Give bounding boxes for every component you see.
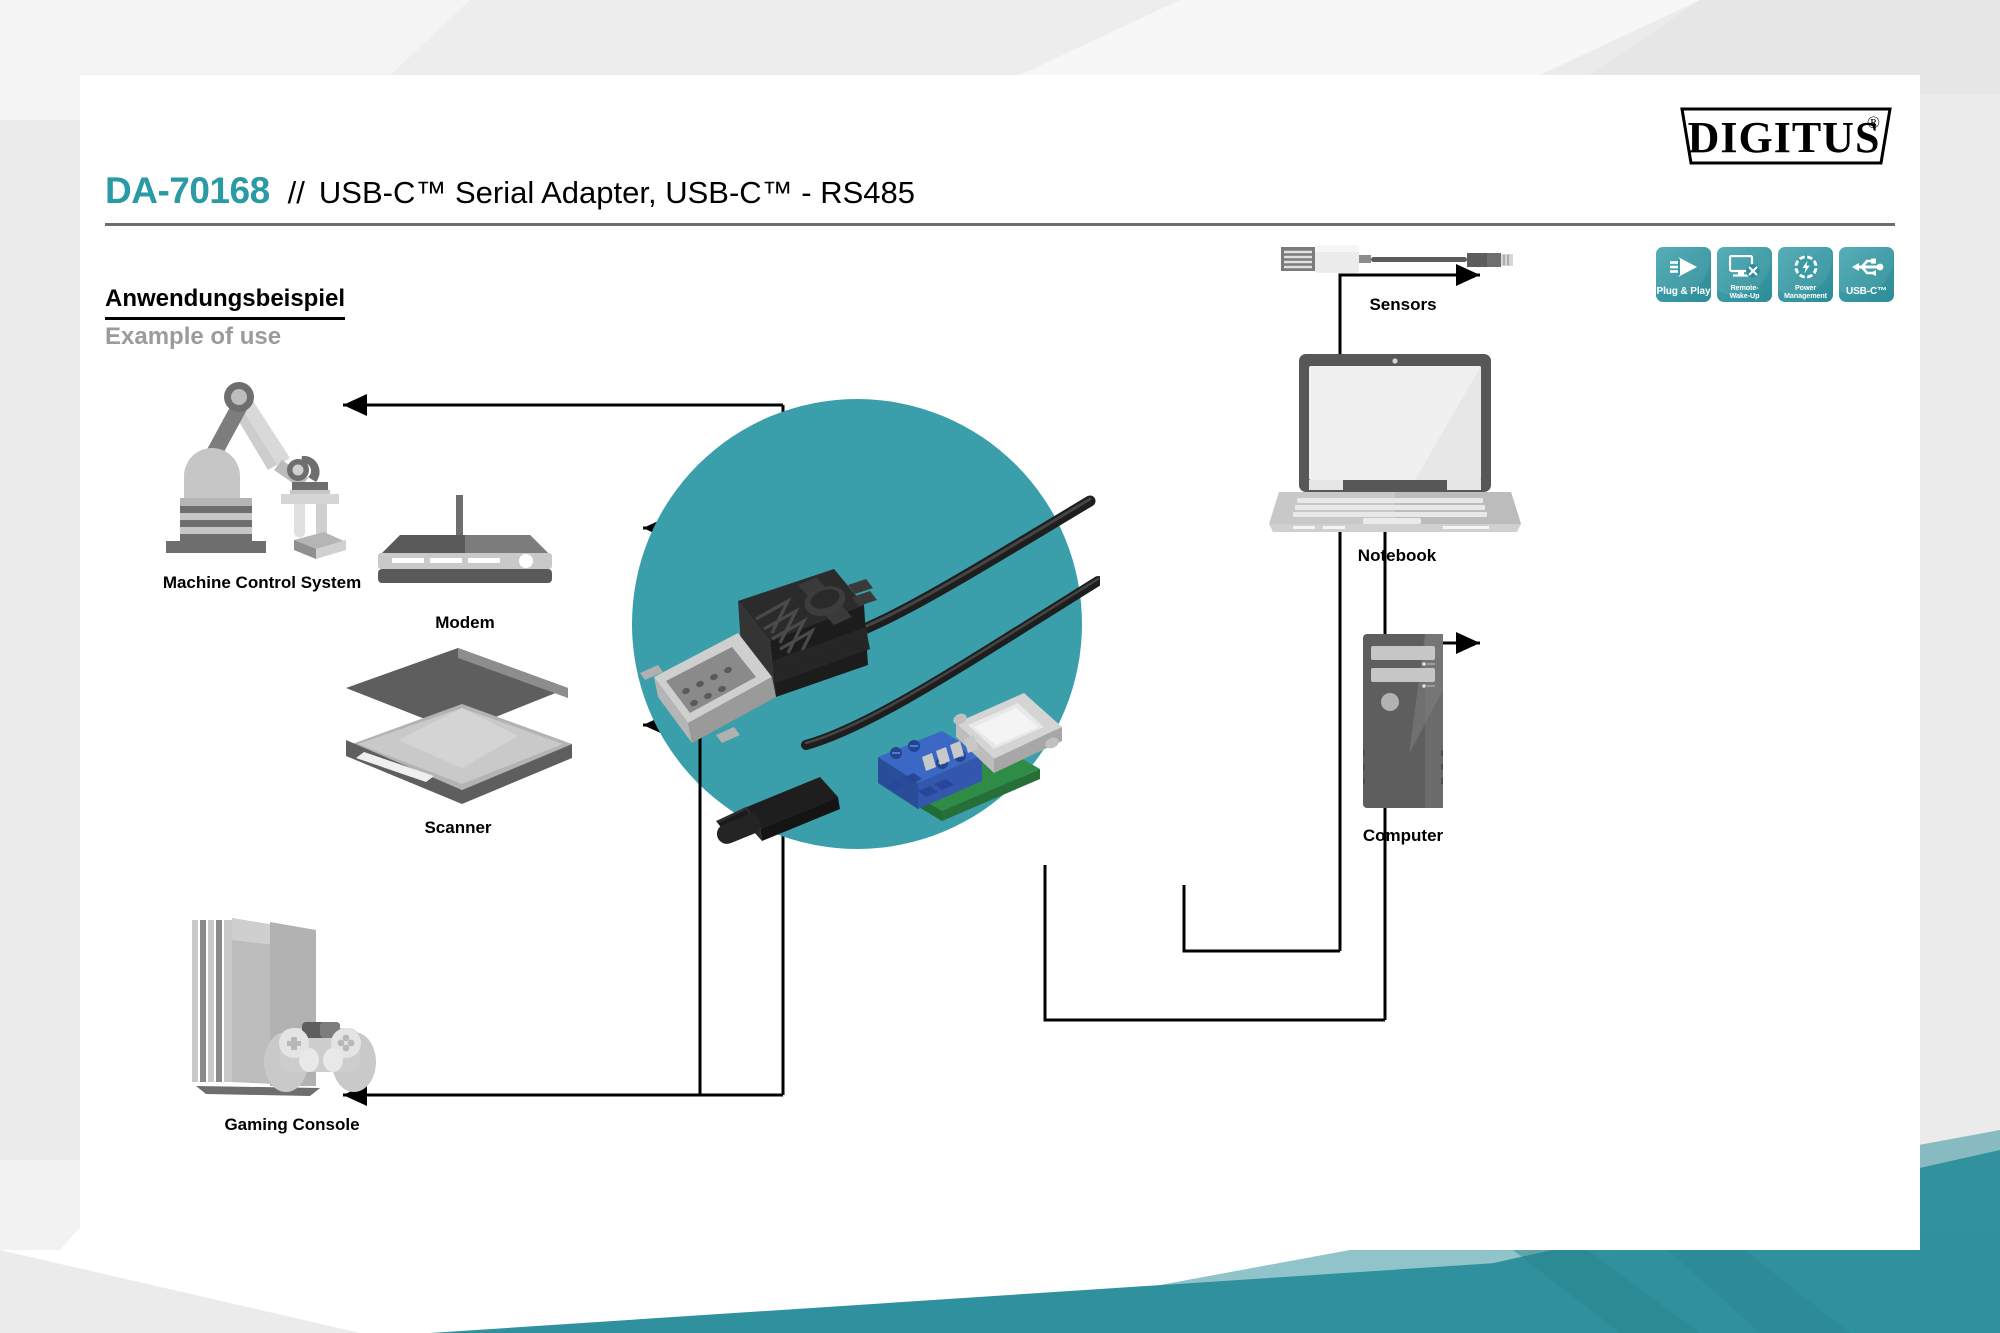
page-canvas: DIGITUS ® DA-70168 // USB-C™ Serial Adap… bbox=[0, 0, 2000, 1333]
db9-serial-connector bbox=[640, 569, 877, 743]
usb-icon bbox=[1839, 252, 1894, 282]
product-title-row: DA-70168 // USB-C™ Serial Adapter, USB-C… bbox=[105, 170, 915, 212]
feature-badges: Plug & Play Remote- Wake-Up Power Manage… bbox=[1656, 247, 1894, 302]
badge-power-management: Power Management bbox=[1778, 247, 1833, 302]
rs485-terminal-adapter bbox=[878, 693, 1062, 821]
title-divider bbox=[105, 223, 1895, 226]
product-photo bbox=[620, 405, 1100, 845]
badge-plug-and-play: Plug & Play bbox=[1656, 247, 1711, 302]
gear-bolt-icon bbox=[1778, 252, 1833, 282]
badge-label-power-management: Power Management bbox=[1784, 283, 1827, 300]
digitus-wordmark: DIGITUS bbox=[1688, 113, 1881, 162]
usage-diagram: Machine Control System Modem Scanner Gam… bbox=[80, 75, 1920, 1250]
badge-label-usb-c: USB-C™ bbox=[1845, 285, 1888, 297]
section-heading-en: Example of use bbox=[105, 323, 282, 350]
title-separator: // bbox=[287, 175, 305, 210]
monitor-wake-icon bbox=[1717, 252, 1772, 282]
registered-mark: ® bbox=[1867, 113, 1880, 132]
badge-remote-wake-up: Remote- Wake-Up bbox=[1717, 247, 1772, 302]
badge-usb-c: USB-C™ bbox=[1839, 247, 1894, 302]
section-heading-de: Anwendungsbeispiel bbox=[105, 285, 346, 320]
article-code: DA-70168 bbox=[105, 170, 270, 211]
play-arrow-icon bbox=[1656, 252, 1711, 282]
usb-c-connector bbox=[716, 777, 840, 844]
badge-label-plug-and-play: Plug & Play bbox=[1656, 285, 1711, 297]
page-title: USB-C™ Serial Adapter, USB-C™ - RS485 bbox=[318, 175, 915, 210]
badge-label-remote-wake-up: Remote- Wake-Up bbox=[1729, 283, 1760, 300]
content-card: DIGITUS ® DA-70168 // USB-C™ Serial Adap… bbox=[80, 75, 1920, 1250]
digitus-logo: DIGITUS ® bbox=[1676, 105, 1892, 167]
